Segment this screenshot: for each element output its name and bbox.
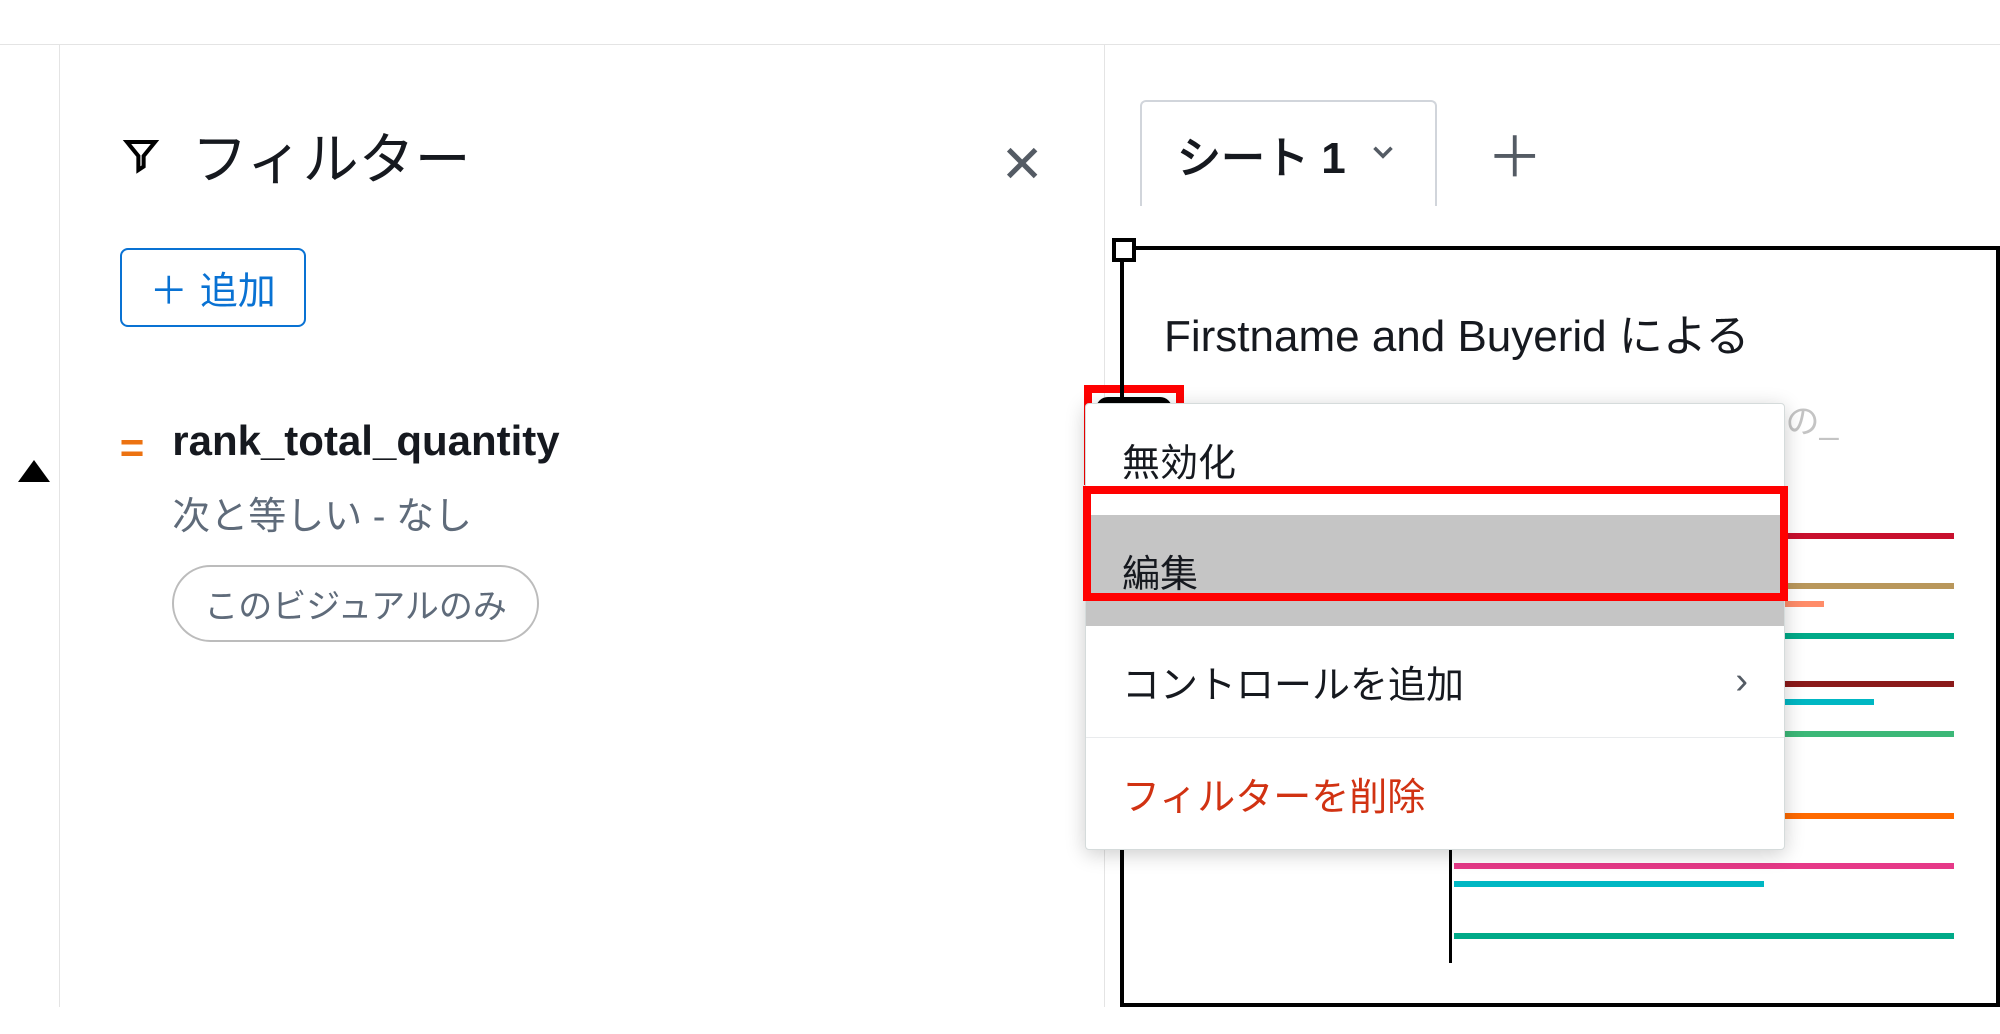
visual-title: Firstname and Buyerid による xyxy=(1164,300,1956,364)
chevron-right-icon: › xyxy=(1735,660,1748,703)
filter-condition-text: 次と等しい - なし xyxy=(172,485,1044,540)
filter-panel-header: フィルター xyxy=(120,115,1044,196)
close-panel-button[interactable]: ✕ xyxy=(1000,135,1044,195)
add-sheet-button[interactable]: ＋ xyxy=(1487,113,1543,194)
filter-field-name: rank_total_quantity xyxy=(172,417,1044,465)
menu-item-label: 編集 xyxy=(1122,543,1198,598)
menu-item-add-control[interactable]: コントロールを追加 › xyxy=(1086,626,1784,737)
filter-scope-badge: このビジュアルのみ xyxy=(172,565,539,642)
menu-item-disable[interactable]: 無効化 xyxy=(1086,404,1784,515)
filter-panel: フィルター ✕ ＋ 追加 = rank_total_quantity 次と等しい… xyxy=(60,45,1105,1007)
resize-handle-nw[interactable] xyxy=(1112,238,1136,262)
top-bar xyxy=(0,0,2000,45)
sheet-tabs: シート 1 ＋ xyxy=(1105,100,2000,206)
menu-item-edit[interactable]: 編集 xyxy=(1086,515,1784,626)
chevron-down-icon[interactable] xyxy=(1366,135,1400,174)
left-gutter xyxy=(0,45,60,1007)
chart-bar xyxy=(1454,881,1764,887)
filter-item-content: rank_total_quantity 次と等しい - なし このビジュアルのみ xyxy=(172,417,1044,642)
plus-icon: ＋ xyxy=(150,260,188,315)
sheet-tab[interactable]: シート 1 xyxy=(1140,100,1437,206)
menu-item-delete-filter[interactable]: フィルターを削除 xyxy=(1086,738,1784,849)
expand-caret-icon[interactable] xyxy=(18,460,50,482)
equals-icon: = xyxy=(120,427,145,469)
filter-item[interactable]: = rank_total_quantity 次と等しい - なし このビジュアル… xyxy=(120,417,1044,642)
menu-item-label: フィルターを削除 xyxy=(1122,766,1425,821)
chart-bar xyxy=(1454,933,1954,939)
filter-panel-title: フィルター xyxy=(192,115,471,196)
chart-bar xyxy=(1454,863,1954,869)
menu-item-label: コントロールを追加 xyxy=(1122,654,1464,709)
sheet-tab-label: シート 1 xyxy=(1177,122,1346,186)
menu-item-label: 無効化 xyxy=(1122,432,1236,487)
funnel-icon xyxy=(120,135,162,177)
add-filter-button[interactable]: ＋ 追加 xyxy=(120,248,306,327)
filter-context-menu: 無効化 編集 コントロールを追加 › フィルターを削除 xyxy=(1085,403,1785,850)
add-filter-label: 追加 xyxy=(200,260,276,315)
